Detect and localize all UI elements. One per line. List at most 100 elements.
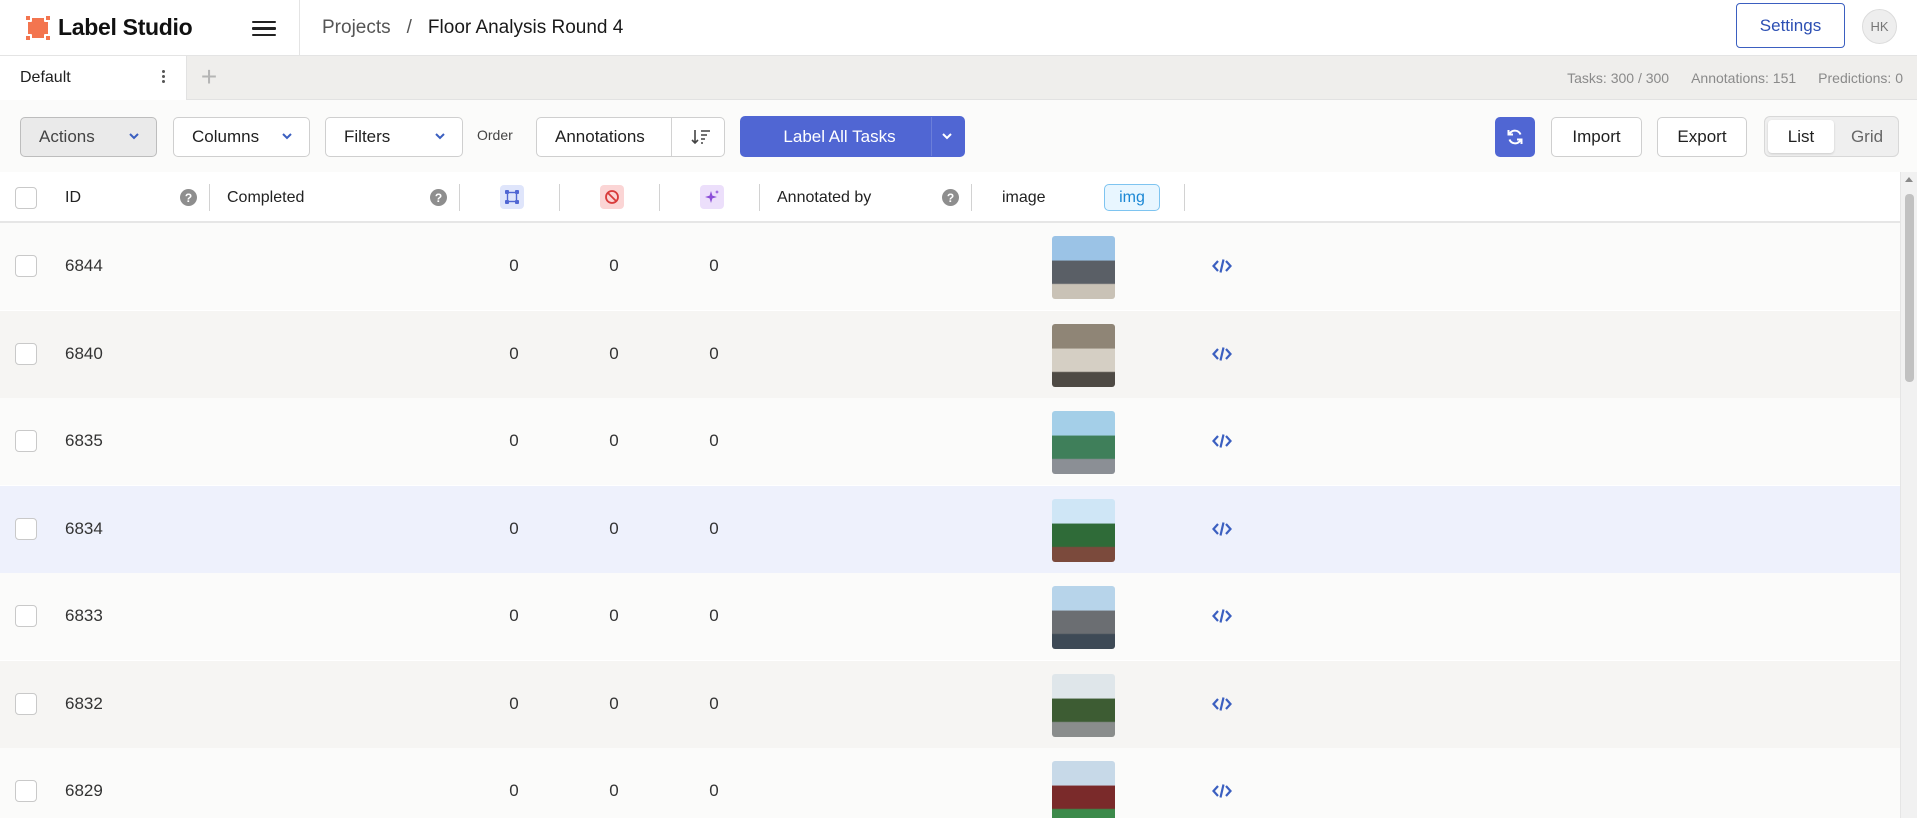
task-image-thumbnail[interactable] xyxy=(1052,323,1115,387)
predictions-count: 0 xyxy=(709,343,719,363)
refresh-icon xyxy=(1507,129,1523,145)
table-row[interactable]: 6844 0 0 0 xyxy=(0,223,1900,310)
annotations-count: Annotations: 151 xyxy=(1691,70,1797,86)
task-table-body: 6844 0 0 0 6840 0 0 0 6835 0 0 0 6834 0 0 0 6833 0 0 0 6832 0… xyxy=(0,223,1900,818)
task-image-thumbnail[interactable] xyxy=(1052,411,1115,474)
cancelled-icon[interactable] xyxy=(600,185,624,209)
table-row[interactable]: 6833 0 0 0 xyxy=(0,573,1900,660)
table-header: ID ? Completed ? Annotated by ? image im… xyxy=(0,172,1900,223)
task-image-thumbnail[interactable] xyxy=(1052,498,1115,562)
task-id: 6834 xyxy=(65,518,103,538)
columns-dropdown[interactable]: Columns xyxy=(173,117,310,157)
label-studio-logo-icon[interactable] xyxy=(24,13,52,42)
annotations-count: 0 xyxy=(509,343,519,363)
chevron-down-icon[interactable] xyxy=(941,130,953,142)
predictions-count: Predictions: 0 xyxy=(1818,70,1903,86)
breadcrumb-separator: / xyxy=(406,16,412,38)
row-checkbox[interactable] xyxy=(15,255,37,277)
filters-dropdown[interactable]: Filters xyxy=(325,117,463,157)
order-label: Order xyxy=(477,127,513,143)
cancelled-count: 0 xyxy=(609,343,619,363)
row-checkbox[interactable] xyxy=(15,430,37,452)
code-view-icon[interactable] xyxy=(1212,607,1232,625)
task-id: 6840 xyxy=(65,343,103,363)
row-checkbox[interactable] xyxy=(15,605,37,627)
predictions-count: 0 xyxy=(709,256,719,275)
app-name[interactable]: Label Studio xyxy=(58,14,193,41)
export-button[interactable]: Export xyxy=(1657,117,1747,157)
cancelled-count: 0 xyxy=(609,256,619,275)
tasks-count: Tasks: 300 / 300 xyxy=(1567,70,1670,86)
predictions-count: 0 xyxy=(709,781,719,800)
row-checkbox[interactable] xyxy=(15,692,37,715)
brand: Label Studio xyxy=(0,0,300,56)
predictions-count: 0 xyxy=(709,518,719,538)
menu-icon[interactable] xyxy=(252,17,276,39)
table-row[interactable]: 6840 0 0 0 xyxy=(0,310,1900,398)
actions-dropdown[interactable]: Actions xyxy=(20,117,157,157)
label-all-tasks-button[interactable]: Label All Tasks xyxy=(740,116,965,157)
vertical-scrollbar[interactable] xyxy=(1900,172,1917,818)
label-all-tasks-label: Label All Tasks xyxy=(783,126,896,146)
top-header: Label Studio Projects / Floor Analysis R… xyxy=(0,0,1917,56)
import-button[interactable]: Import xyxy=(1551,117,1642,157)
annotations-count: 0 xyxy=(509,781,519,800)
column-image[interactable]: image xyxy=(1002,172,1046,223)
scroll-up-arrow-icon[interactable] xyxy=(1905,177,1913,182)
predictions-icon[interactable] xyxy=(700,185,724,209)
predictions-count: 0 xyxy=(709,431,719,450)
filters-label: Filters xyxy=(344,127,391,146)
task-id: 6832 xyxy=(65,693,103,713)
view-grid-button[interactable]: Grid xyxy=(1837,120,1897,153)
annotations-count: 0 xyxy=(509,693,519,713)
table-row[interactable]: 6835 0 0 0 xyxy=(0,398,1900,485)
refresh-button[interactable] xyxy=(1495,117,1535,157)
breadcrumb-project-title: Floor Analysis Round 4 xyxy=(427,16,624,38)
sort-direction-icon[interactable] xyxy=(691,128,711,146)
scrollbar-thumb[interactable] xyxy=(1905,194,1914,382)
row-checkbox[interactable] xyxy=(15,342,37,365)
annotations-count: 0 xyxy=(509,518,519,538)
table-row[interactable]: 6834 0 0 0 xyxy=(0,485,1900,573)
breadcrumb-projects-link[interactable]: Projects xyxy=(322,17,391,39)
order-select[interactable]: Annotations xyxy=(536,117,725,157)
row-checkbox[interactable] xyxy=(15,780,37,802)
column-annotated-by[interactable]: Annotated by xyxy=(777,172,871,223)
code-view-icon[interactable] xyxy=(1212,432,1232,450)
code-view-icon[interactable] xyxy=(1212,782,1232,800)
row-checkbox[interactable] xyxy=(15,517,37,540)
task-image-thumbnail[interactable] xyxy=(1052,673,1115,737)
tab-label: Default xyxy=(20,69,71,86)
annotations-count: 0 xyxy=(509,606,519,625)
task-id: 6829 xyxy=(65,781,103,800)
avatar[interactable]: HK xyxy=(1862,9,1897,44)
help-icon[interactable]: ? xyxy=(430,189,447,206)
tab-options-icon[interactable] xyxy=(162,70,166,85)
breadcrumb: Projects / Floor Analysis Round 4 xyxy=(300,17,623,39)
add-tab-icon[interactable]: + xyxy=(196,63,222,91)
task-image-thumbnail[interactable] xyxy=(1052,236,1115,299)
column-completed[interactable]: Completed xyxy=(227,172,304,223)
columns-label: Columns xyxy=(192,127,260,146)
task-id: 6833 xyxy=(65,606,103,625)
cancelled-count: 0 xyxy=(609,431,619,450)
view-list-button[interactable]: List xyxy=(1768,120,1834,153)
predictions-count: 0 xyxy=(709,693,719,713)
code-view-icon[interactable] xyxy=(1212,520,1232,538)
help-icon[interactable]: ? xyxy=(180,189,197,206)
task-image-thumbnail[interactable] xyxy=(1052,586,1115,649)
column-id[interactable]: ID xyxy=(65,172,81,223)
code-view-icon[interactable] xyxy=(1212,345,1232,363)
chevron-down-icon xyxy=(129,133,139,140)
task-image-thumbnail[interactable] xyxy=(1052,761,1115,818)
table-row[interactable]: 6832 0 0 0 xyxy=(0,660,1900,748)
chevron-down-icon xyxy=(435,133,445,140)
code-view-icon[interactable] xyxy=(1212,257,1232,275)
code-view-icon[interactable] xyxy=(1212,695,1232,713)
settings-button[interactable]: Settings xyxy=(1736,3,1845,48)
table-row[interactable]: 6829 0 0 0 xyxy=(0,748,1900,818)
annotations-icon[interactable] xyxy=(500,185,524,209)
help-icon[interactable]: ? xyxy=(942,189,959,206)
select-all-checkbox[interactable] xyxy=(15,187,37,209)
tab-default[interactable]: Default xyxy=(0,56,187,100)
